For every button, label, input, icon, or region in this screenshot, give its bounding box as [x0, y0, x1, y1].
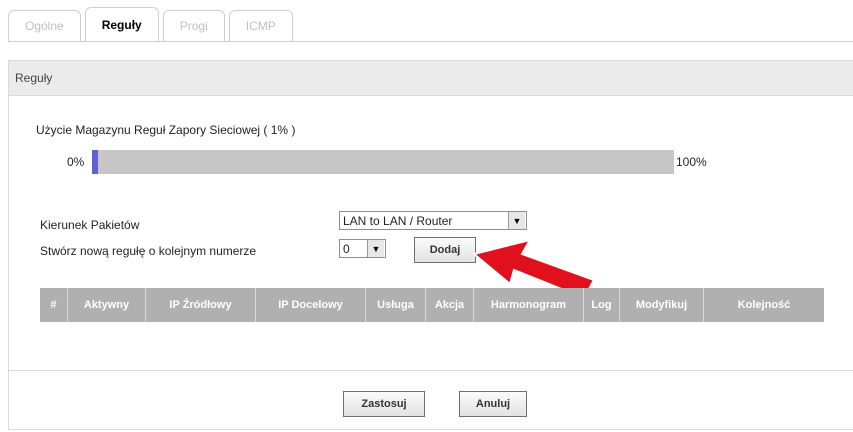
rule-number-value: 0	[343, 241, 350, 256]
direction-select[interactable]: LAN to LAN / Router ▼	[339, 211, 527, 230]
usage-min-label: 0%	[67, 155, 85, 169]
column-header-modify: Modyfikuj	[620, 288, 704, 322]
direction-select-value: LAN to LAN / Router	[343, 213, 453, 228]
tab-thresholds[interactable]: Progi	[162, 10, 225, 41]
rules-table-header: # Aktywny IP Źródłowy IP Docelowy Usługa…	[40, 288, 824, 322]
column-header-action: Akcja	[426, 288, 474, 322]
cancel-button[interactable]: Anuluj	[459, 391, 527, 417]
column-header-schedule: Harmonogram	[474, 288, 584, 322]
rule-number-select[interactable]: 0 ▼	[339, 239, 386, 258]
tab-icmp[interactable]: ICMP	[228, 10, 293, 41]
column-header-number: #	[40, 288, 68, 322]
chevron-down-icon: ▼	[367, 240, 384, 257]
usage-label: Użycie Magazynu Reguł Zapory Sieciowej (…	[36, 123, 296, 137]
column-header-order: Kolejność	[737, 299, 791, 311]
tab-divider	[8, 41, 853, 42]
column-header-active: Aktywny	[68, 288, 146, 322]
direction-label: Kierunek Pakietów	[40, 218, 140, 232]
column-header-log: Log	[584, 288, 620, 322]
footer-divider	[8, 370, 853, 371]
column-header-destination-ip: IP Docelowy	[256, 288, 366, 322]
section-title: Reguły	[15, 71, 53, 85]
usage-progress-bar	[92, 150, 674, 174]
create-rule-label: Stwórz nową regułę o kolejnym numerze	[40, 244, 257, 258]
apply-button[interactable]: Zastosuj	[343, 391, 425, 417]
column-header-source-ip: IP Źródłowy	[146, 288, 256, 322]
usage-max-label: 100%	[676, 155, 707, 169]
tab-bar: Ogólne Reguły Progi ICMP	[8, 7, 297, 41]
column-header-service: Usługa	[366, 288, 426, 322]
section-header: Reguły	[9, 61, 853, 96]
tab-general[interactable]: Ogólne	[8, 10, 81, 41]
tab-rules[interactable]: Reguły	[84, 7, 159, 41]
usage-progress-fill	[92, 150, 98, 174]
chevron-down-icon: ▼	[508, 212, 525, 229]
